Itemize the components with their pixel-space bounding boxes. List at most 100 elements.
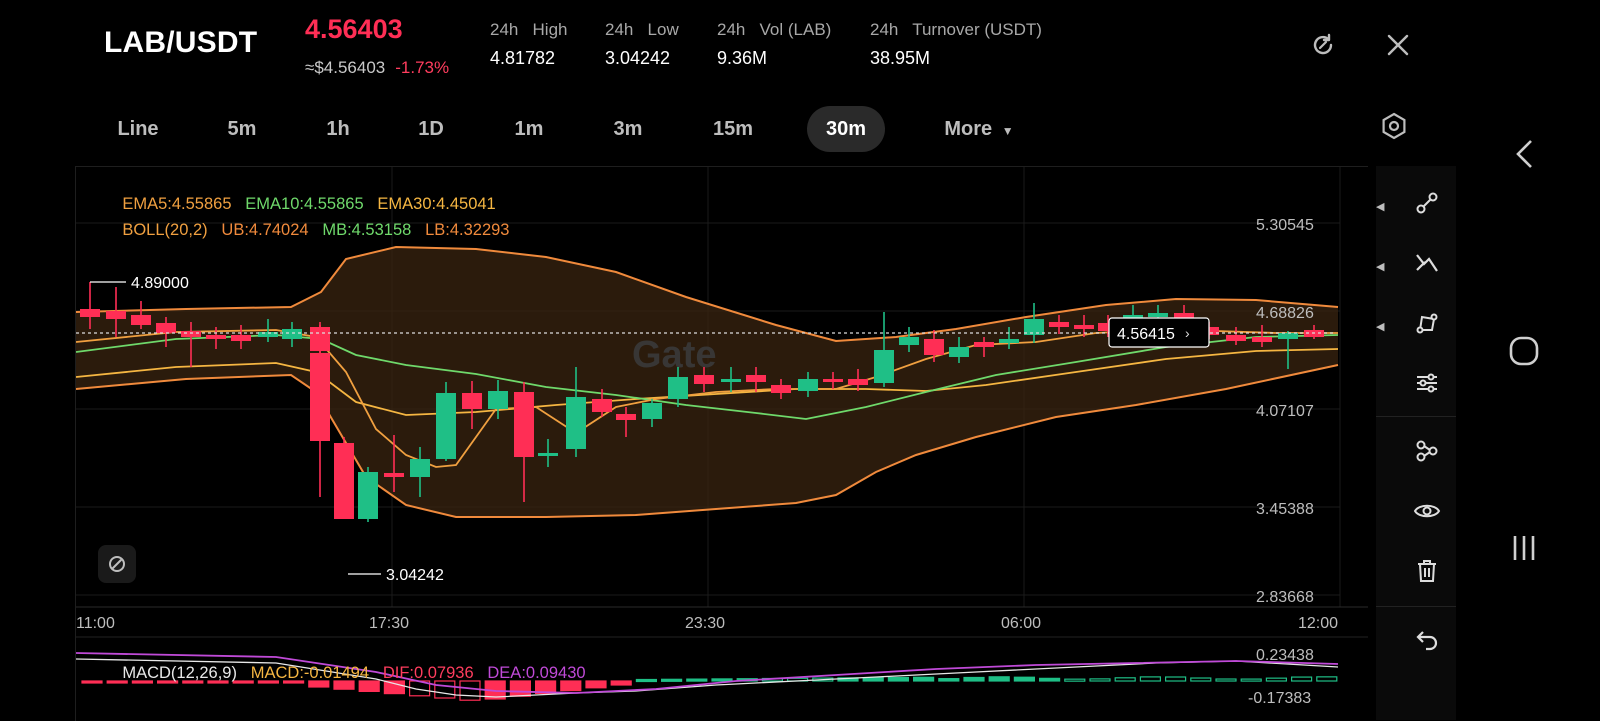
candle-body — [1148, 313, 1168, 317]
candle-body — [949, 347, 969, 357]
candle-body — [592, 399, 612, 412]
candle-body — [1074, 325, 1094, 329]
candle-body — [231, 335, 251, 341]
candle-body — [436, 393, 456, 459]
close-icon[interactable] — [1381, 28, 1415, 62]
candle-body — [358, 472, 378, 519]
boll-legend: BOLL(20,2) UB:4.74024 MB:4.53158 LB:4.32… — [104, 202, 510, 259]
expand-indicator-icon: ◀ — [1376, 321, 1385, 333]
refresh-icon[interactable] — [1306, 28, 1340, 62]
candle-body — [1226, 335, 1246, 341]
candle-body — [488, 391, 508, 409]
tab-more[interactable]: More ▼ — [924, 106, 1034, 152]
macd-axis-label: 0.23438 — [1256, 647, 1314, 664]
undo-icon[interactable] — [1410, 622, 1444, 656]
macd-params: MACD(12,26,9) — [122, 664, 237, 682]
candle-body — [924, 339, 944, 355]
macd-bar — [1139, 676, 1162, 682]
home-icon[interactable] — [1507, 334, 1541, 368]
candle-body — [80, 309, 100, 317]
expand-indicator-icon: ◀ — [1376, 201, 1385, 213]
boll-ub-value: UB:4.74024 — [221, 221, 309, 239]
candle-body — [642, 403, 662, 419]
macd-legend: MACD(12,26,9) MACD:-0.01494 DIF:0.07936 … — [104, 645, 585, 702]
price-axis-label: 4.68826 — [1256, 305, 1314, 322]
sliders-icon[interactable] — [1410, 366, 1444, 400]
candle-body — [538, 453, 558, 456]
boll-lb-value: LB:4.32293 — [425, 221, 510, 239]
chevron-right-icon: › — [1185, 325, 1190, 341]
candle-body — [131, 315, 151, 325]
line-tool-icon[interactable] — [1410, 186, 1444, 220]
macd-bar — [81, 680, 103, 684]
macd-bar — [660, 678, 683, 682]
tab-30m[interactable]: 30m — [807, 106, 885, 152]
candle-body — [746, 375, 766, 382]
candle-body — [616, 414, 636, 420]
macd-bar — [610, 680, 632, 686]
indicator-icon[interactable] — [1410, 434, 1444, 468]
drawing-mode-button[interactable] — [98, 545, 136, 583]
candle-body — [974, 342, 994, 347]
macd-bar — [887, 676, 910, 682]
price-axis-label: 3.45388 — [1256, 501, 1314, 518]
stat-high-value: 4.81782 — [490, 48, 556, 68]
candle-body — [694, 375, 714, 384]
candle-body — [1252, 337, 1272, 342]
tab-1d[interactable]: 1D — [393, 106, 469, 152]
macd-bar — [1164, 676, 1187, 682]
tab-1m[interactable]: 1m — [491, 106, 567, 152]
tab-3m[interactable]: 3m — [590, 106, 666, 152]
macd-bar — [938, 678, 960, 682]
low-marker-label: 3.04242 — [386, 567, 444, 584]
candle-body — [181, 331, 201, 337]
trash-icon[interactable] — [1410, 554, 1444, 588]
boll-params: BOLL(20,2) — [122, 221, 208, 239]
high-marker-label: 4.89000 — [131, 275, 189, 292]
candle-body — [462, 393, 482, 409]
macd-bar — [711, 678, 733, 682]
macd-bar — [1089, 678, 1111, 682]
candle-body — [848, 379, 868, 385]
price-subline: ≈$4.56403 -1.73% — [305, 58, 449, 78]
current-price-label: 4.56415 — [1117, 326, 1175, 343]
price-axis-label: 4.07107 — [1256, 403, 1314, 420]
candle-body — [798, 379, 818, 391]
tab-1h[interactable]: 1h — [300, 106, 376, 152]
recents-icon[interactable] — [1507, 531, 1541, 565]
macd-bar — [1114, 677, 1136, 682]
macd-bar — [635, 678, 658, 683]
settings-icon[interactable] — [1377, 109, 1411, 143]
expand-indicator-icon: ◀ — [1376, 261, 1385, 273]
macd-bar — [862, 677, 884, 682]
macd-bar — [1240, 678, 1262, 682]
candle-body — [410, 459, 430, 477]
tab-5m[interactable]: 5m — [204, 106, 280, 152]
pair-title: LAB/USDT — [104, 26, 258, 59]
shape-tool-icon[interactable] — [1410, 306, 1444, 340]
candle-body — [384, 473, 404, 477]
back-icon[interactable] — [1507, 137, 1541, 171]
candle-body — [771, 385, 791, 393]
candle-body — [668, 377, 688, 399]
macd-bar — [988, 676, 1010, 682]
time-axis-label: 11:00 — [76, 615, 115, 632]
chart-area[interactable]: Gate 4.89000 3.04242 4.56415 › 5.30545 4… — [75, 166, 1368, 721]
stat-low-value: 3.04242 — [605, 48, 671, 68]
tab-15m[interactable]: 15m — [695, 106, 771, 152]
candle-body — [899, 337, 919, 345]
candle-body — [310, 353, 330, 441]
macd-bar — [686, 678, 708, 682]
tab-line[interactable]: Line — [100, 106, 176, 152]
system-nav-bar — [1500, 0, 1600, 720]
eye-icon[interactable] — [1410, 494, 1444, 528]
macd-bar — [1038, 677, 1061, 682]
macd-axis-label: -0.17383 — [1248, 690, 1311, 707]
candle-body — [514, 392, 534, 457]
time-axis-label: 12:00 — [1298, 615, 1338, 632]
stat-turnover-label: 24h Turnover (USDT) — [870, 20, 1042, 39]
macd-bar — [1215, 678, 1237, 682]
stat-low-label: 24h Low — [605, 20, 679, 39]
macd-bar — [1290, 676, 1313, 682]
trend-tool-icon[interactable] — [1410, 246, 1444, 280]
